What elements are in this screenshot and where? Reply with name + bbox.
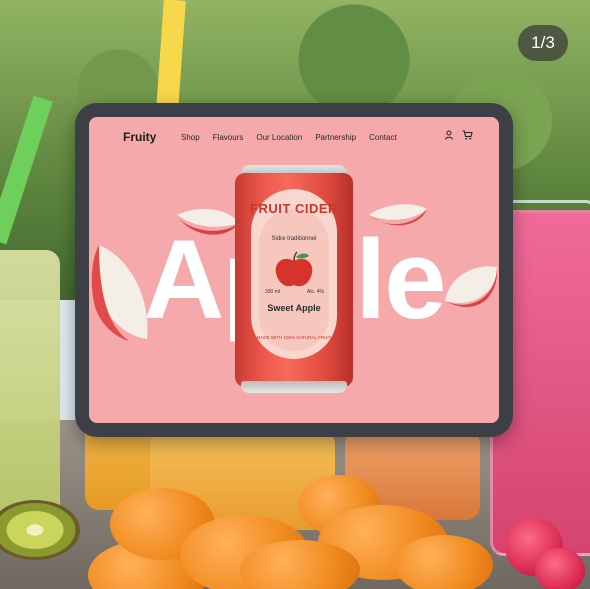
can-volume: 330 ml xyxy=(265,289,281,295)
can-subtitle: Sidre traditionnel xyxy=(271,236,317,242)
nav-link-partnership[interactable]: Partnership xyxy=(315,133,356,142)
kumquat xyxy=(395,535,493,589)
cider-can: FRUIT CIDER Sidre traditionnel 330 ml Al… xyxy=(235,165,353,395)
nav-link-our-location[interactable]: Our Location xyxy=(256,133,302,142)
raspberry xyxy=(535,548,585,589)
nav-links: Shop Flavours Our Location Partnership C… xyxy=(181,133,410,142)
apple-slice-top-left xyxy=(177,208,239,235)
site-navbar: Fruity Shop Flavours Our Location Partne… xyxy=(89,117,499,157)
can-made-with: MADE WITH 100% NATURAL FRUIT xyxy=(256,335,332,340)
tablet-screen: Fruity Shop Flavours Our Location Partne… xyxy=(89,117,499,423)
user-icon[interactable] xyxy=(444,130,454,140)
tablet-device: Fruity Shop Flavours Our Location Partne… xyxy=(75,103,513,437)
image-counter: 1/3 xyxy=(518,25,568,61)
nav-link-shop[interactable]: Shop xyxy=(181,133,200,142)
apple-icon xyxy=(275,251,313,287)
site-logo[interactable]: Fruity xyxy=(123,130,156,144)
can-base xyxy=(241,381,347,393)
apple-slice-top-right xyxy=(369,204,427,226)
nav-icons xyxy=(444,130,473,140)
can-flavour-name: Sweet Apple xyxy=(267,303,321,313)
nav-link-flavours[interactable]: Flavours xyxy=(213,133,244,142)
apple-slice-left xyxy=(91,245,148,341)
cart-icon[interactable] xyxy=(462,130,473,140)
can-title: FRUIT CIDER xyxy=(250,201,338,216)
can-alcohol: Alc. 4% xyxy=(307,289,324,295)
nav-link-contact[interactable]: Contact xyxy=(369,133,397,142)
apple-slice-right xyxy=(445,266,498,307)
green-juice-jar xyxy=(0,250,60,530)
